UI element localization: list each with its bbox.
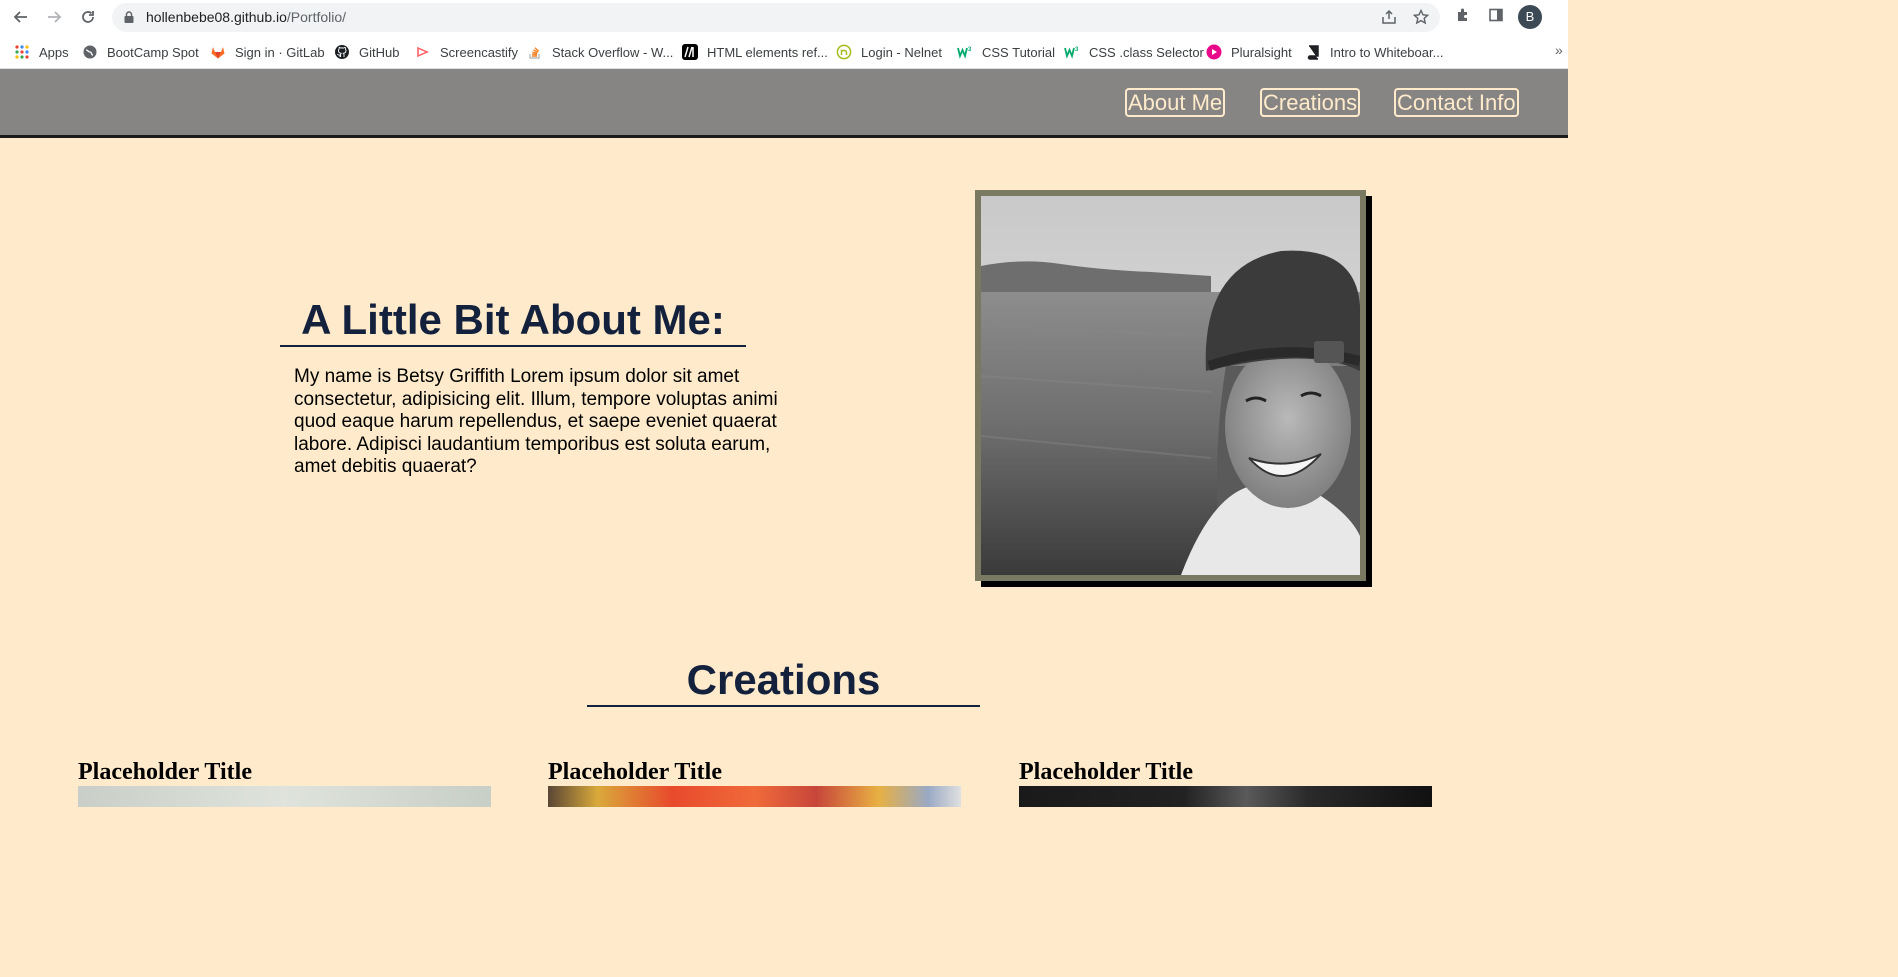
bookmark-intro-whiteboard[interactable]: Intro to Whiteboar... <box>1305 43 1443 61</box>
share-icon[interactable] <box>1380 9 1398 27</box>
creation-card-title: Placeholder Title <box>78 759 252 785</box>
forward-icon[interactable] <box>43 6 65 28</box>
address-bar[interactable]: hollenbebe08.github.io/Portfolio/ <box>112 3 1440 32</box>
bookmark-screencastify[interactable]: Screencastify <box>415 43 518 61</box>
bookmark-nelnet[interactable]: Login - Nelnet <box>836 43 942 61</box>
gitlab-icon <box>210 44 226 60</box>
profile-photo-frame <box>975 190 1366 581</box>
bookmarks-bar: Apps BootCamp Spot Sign in · GitLab GitH… <box>0 35 1568 69</box>
bookmark-label: Pluralsight <box>1231 44 1292 60</box>
extensions-icon[interactable] <box>1453 7 1473 27</box>
bookmark-label: GitHub <box>359 44 400 60</box>
nav-link-creations[interactable]: Creations <box>1260 88 1361 117</box>
about-paragraph: My name is Betsy Griffith Lorem ipsum do… <box>294 366 778 477</box>
profile-photo <box>981 196 1360 575</box>
globe-icon <box>82 44 98 60</box>
side-panel-icon[interactable] <box>1486 7 1506 27</box>
creation-card-image[interactable] <box>1019 786 1432 807</box>
back-icon[interactable] <box>10 6 32 28</box>
bookmarks-overflow-icon[interactable]: » <box>1555 42 1563 58</box>
screencastify-icon <box>415 44 431 60</box>
bookmark-pluralsight[interactable]: Pluralsight <box>1206 43 1292 61</box>
creation-card-image[interactable] <box>548 786 961 807</box>
nelnet-icon <box>836 44 852 60</box>
bookmark-html-elements[interactable]: HTML elements ref... <box>682 43 828 61</box>
bookmark-label: Stack Overflow - W... <box>552 44 674 60</box>
browser-toolbar: hollenbebe08.github.io/Portfolio/ B <box>0 0 1568 35</box>
bookmark-css-tutorial[interactable]: 3 CSS Tutorial <box>957 43 1055 61</box>
apps-grid-icon <box>14 44 30 60</box>
site-header: About Me Creations Contact Info <box>0 69 1568 138</box>
url-text[interactable]: hollenbebe08.github.io/Portfolio/ <box>146 9 346 25</box>
bookmark-css-class-selector[interactable]: 3 CSS .class Selector <box>1064 43 1204 61</box>
about-heading: A Little Bit About Me: <box>280 298 746 347</box>
bookmark-gitlab[interactable]: Sign in · GitLab <box>210 43 325 61</box>
url-host: hollenbebe08.github.io <box>146 9 287 25</box>
url-path: /Portfolio/ <box>286 9 347 25</box>
bookmark-label: CSS .class Selector <box>1089 44 1204 60</box>
stackoverflow-icon <box>527 44 543 60</box>
creation-card-title: Placeholder Title <box>548 759 722 785</box>
bookmark-label: Intro to Whiteboar... <box>1330 44 1444 60</box>
profile-avatar[interactable]: B <box>1518 5 1542 29</box>
bookmark-label: HTML elements ref... <box>707 44 828 60</box>
lock-icon[interactable] <box>124 11 134 23</box>
creations-heading: Creations <box>587 656 980 707</box>
w3schools-icon: 3 <box>1064 44 1080 60</box>
bookmark-label: CSS Tutorial <box>982 44 1055 60</box>
w3schools-icon: 3 <box>957 44 973 60</box>
bookmark-star-icon[interactable] <box>1412 8 1430 27</box>
github-icon <box>334 44 350 60</box>
nav-link-contact-info[interactable]: Contact Info <box>1394 88 1519 117</box>
bookmark-github[interactable]: GitHub <box>334 43 399 61</box>
book-icon <box>1305 44 1321 60</box>
mdn-icon <box>682 44 698 60</box>
reload-icon[interactable] <box>77 6 99 28</box>
bookmark-bootcamp-spot[interactable]: BootCamp Spot <box>82 43 199 61</box>
pluralsight-icon <box>1206 44 1222 60</box>
creation-card-image[interactable] <box>78 786 491 807</box>
svg-text:3: 3 <box>1075 47 1079 53</box>
bookmark-label: Login - Nelnet <box>861 44 942 60</box>
svg-text:3: 3 <box>968 47 972 53</box>
bookmark-label: BootCamp Spot <box>107 44 199 60</box>
bookmark-label: Apps <box>39 44 69 60</box>
nav-link-about-me[interactable]: About Me <box>1125 88 1226 117</box>
bookmark-apps[interactable]: Apps <box>14 43 69 61</box>
bookmark-label: Sign in · GitLab <box>235 44 325 60</box>
bookmark-stack-overflow[interactable]: Stack Overflow - W... <box>527 43 673 61</box>
creation-card-title: Placeholder Title <box>1019 759 1193 785</box>
bookmark-label: Screencastify <box>440 44 519 60</box>
